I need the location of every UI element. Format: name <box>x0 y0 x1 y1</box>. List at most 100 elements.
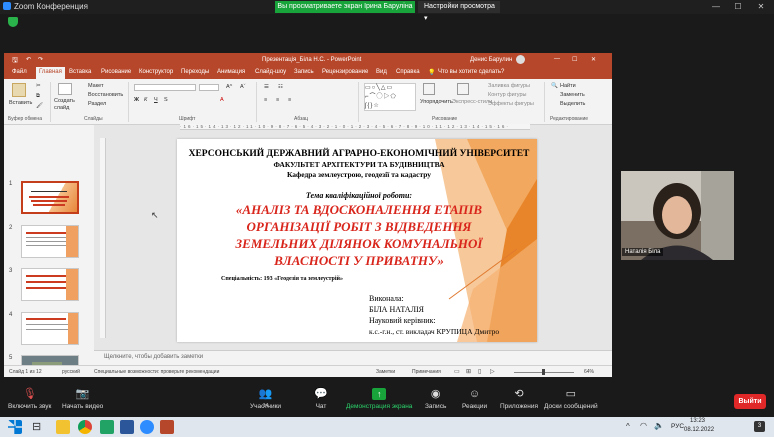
record-button[interactable]: ◉ Запись <box>425 388 446 410</box>
format-painter-icon[interactable]: 🖌 <box>36 103 43 109</box>
status-accessibility[interactable]: Специальные возможности: проверьте реком… <box>94 369 219 375</box>
view-options-button[interactable]: Настройки просмотра ▾ <box>418 1 500 22</box>
notes-area[interactable]: Щелкните, чтобы добавить заметки <box>94 350 612 364</box>
paste-button[interactable]: Вставить <box>9 100 32 106</box>
security-shield-icon[interactable] <box>8 17 18 27</box>
participant-video[interactable] <box>621 171 734 260</box>
slide-thumb-3[interactable] <box>21 268 79 301</box>
redo-icon[interactable]: ↷ <box>38 56 43 63</box>
shrink-font-button[interactable]: Aˇ <box>240 84 246 90</box>
notifications-badge[interactable]: 3 <box>754 421 765 432</box>
maximize-icon[interactable]: ☐ <box>728 1 748 13</box>
quick-styles-button[interactable]: Экспресс-стили <box>452 99 492 105</box>
close-icon[interactable]: ✕ <box>751 1 771 13</box>
italic-button[interactable]: К <box>144 97 147 103</box>
start-video-button[interactable]: 📷 Начать видео <box>62 388 103 410</box>
align-right-button[interactable]: ≡ <box>288 97 291 103</box>
avatar[interactable] <box>516 55 525 64</box>
slideshow-view-icon[interactable]: ▷ <box>490 368 495 375</box>
bold-button[interactable]: Ж <box>134 97 139 103</box>
copy-icon[interactable]: ⧉ <box>36 93 40 100</box>
save-icon[interactable]: 🖫 <box>12 56 18 67</box>
tab-design[interactable]: Конструктор <box>139 69 173 75</box>
boards-button[interactable]: ▭ Доски сообщений <box>544 388 598 410</box>
cut-icon[interactable]: ✂ <box>36 83 41 89</box>
share-screen-button[interactable]: ↑ Демонстрация экрана <box>346 388 412 410</box>
tab-insert[interactable]: Вставка <box>69 69 91 75</box>
font-size-select[interactable] <box>199 84 219 91</box>
slide[interactable]: ХЕРСОНСЬКИЙ ДЕРЖАВНИЙ АГРАРНО-ЕКОНОМІЧНИ… <box>177 139 537 342</box>
select-button[interactable]: Выделить <box>560 101 585 107</box>
task-view-icon[interactable]: ⊟ <box>32 420 46 434</box>
sorter-view-icon[interactable]: ⊞ <box>466 368 471 375</box>
reset-button[interactable]: Восстановить <box>88 92 123 98</box>
grow-font-button[interactable]: A^ <box>226 84 232 90</box>
unmute-button[interactable]: 🎙 Включить звук <box>8 388 51 410</box>
reading-view-icon[interactable]: ▯ <box>478 368 481 375</box>
strikethrough-button[interactable]: S <box>164 97 168 103</box>
shape-effects-button[interactable]: Эффекты фигуры <box>488 101 534 107</box>
new-slide-icon[interactable] <box>58 83 72 95</box>
clock-date[interactable]: 08.12.2022 <box>684 427 714 433</box>
tab-review[interactable]: Рецензирование <box>322 69 368 75</box>
find-button[interactable]: Найти <box>560 83 576 89</box>
shape-fill-button[interactable]: Заливка фигуры <box>488 83 530 89</box>
tab-record[interactable]: Запись <box>294 69 314 75</box>
underline-button[interactable]: Ч <box>154 97 158 103</box>
slide-thumb-4[interactable] <box>21 312 79 345</box>
ppt-close-icon[interactable]: ✕ <box>591 56 596 63</box>
shapes-gallery[interactable]: ▭○╲△▭ ⌐⌒◯▷⬠ ʃ{}☆ <box>364 83 416 111</box>
participants-button[interactable]: 👥14 Участники <box>250 388 281 410</box>
align-left-button[interactable]: ≡ <box>264 97 267 103</box>
paste-icon[interactable] <box>12 83 26 97</box>
start-icon[interactable] <box>8 420 22 434</box>
tell-me-input[interactable]: Что вы хотите сделать? <box>438 69 504 75</box>
arrange-icon[interactable] <box>423 83 435 95</box>
apps-button[interactable]: ⟲ Приложения <box>500 388 538 410</box>
explorer-icon[interactable] <box>56 420 70 434</box>
chrome-icon[interactable] <box>78 420 92 434</box>
align-center-button[interactable]: ≡ <box>276 97 279 103</box>
font-name-select[interactable] <box>134 84 196 91</box>
slide-thumb-2[interactable] <box>21 225 79 258</box>
word-icon[interactable] <box>120 420 134 434</box>
normal-view-icon[interactable]: ▭ <box>454 368 460 375</box>
reactions-button[interactable]: ☺ Реакции <box>462 388 487 410</box>
leave-button[interactable]: Выйти <box>734 394 766 409</box>
powerpoint-app-icon[interactable] <box>160 420 174 434</box>
status-notes[interactable]: Заметки <box>376 369 395 375</box>
new-slide-button[interactable]: Создать слайд <box>54 98 78 112</box>
arrange-button[interactable]: Упорядочить <box>420 99 453 105</box>
tab-file[interactable]: Файл <box>12 69 27 75</box>
tab-transitions[interactable]: Переходы <box>181 69 209 75</box>
wifi-icon[interactable]: ◠ <box>640 421 647 430</box>
section-button[interactable]: Раздел <box>88 101 106 107</box>
status-comments[interactable]: Примечания <box>412 369 441 375</box>
font-color-button[interactable]: A <box>220 97 224 103</box>
shape-outline-button[interactable]: Контур фигуры <box>488 92 526 98</box>
tab-help[interactable]: Справка <box>396 69 420 75</box>
undo-icon[interactable]: ↶ <box>26 56 31 63</box>
slide-thumb-1[interactable] <box>21 181 79 214</box>
quick-styles-icon[interactable] <box>457 83 469 95</box>
excel-icon[interactable] <box>100 420 114 434</box>
tab-view[interactable]: Вид <box>376 69 387 75</box>
language-indicator[interactable]: РУС <box>671 423 684 430</box>
status-language[interactable]: русский <box>62 369 80 375</box>
tab-slideshow[interactable]: Слайд-шоу <box>255 69 286 75</box>
ppt-minimize-icon[interactable]: — <box>554 56 560 62</box>
tab-home[interactable]: Главная <box>36 67 65 79</box>
zoom-slider-thumb[interactable] <box>542 369 545 375</box>
ppt-maximize-icon[interactable]: ☐ <box>572 56 577 63</box>
chat-button[interactable]: 💬 Чат <box>314 388 328 410</box>
tray-chevron-icon[interactable]: ^ <box>626 422 630 431</box>
minimize-icon[interactable]: — <box>706 1 726 13</box>
tab-draw[interactable]: Рисование <box>101 69 131 75</box>
numbering-button[interactable]: ☷ <box>278 84 283 90</box>
volume-icon[interactable]: 🔈 <box>654 421 664 430</box>
zoom-app-icon[interactable] <box>140 420 154 434</box>
bullets-button[interactable]: ☰ <box>264 84 269 90</box>
layout-button[interactable]: Макет <box>88 83 104 89</box>
status-zoom[interactable]: 64% <box>584 369 594 375</box>
tab-animation[interactable]: Анимация <box>217 69 245 75</box>
